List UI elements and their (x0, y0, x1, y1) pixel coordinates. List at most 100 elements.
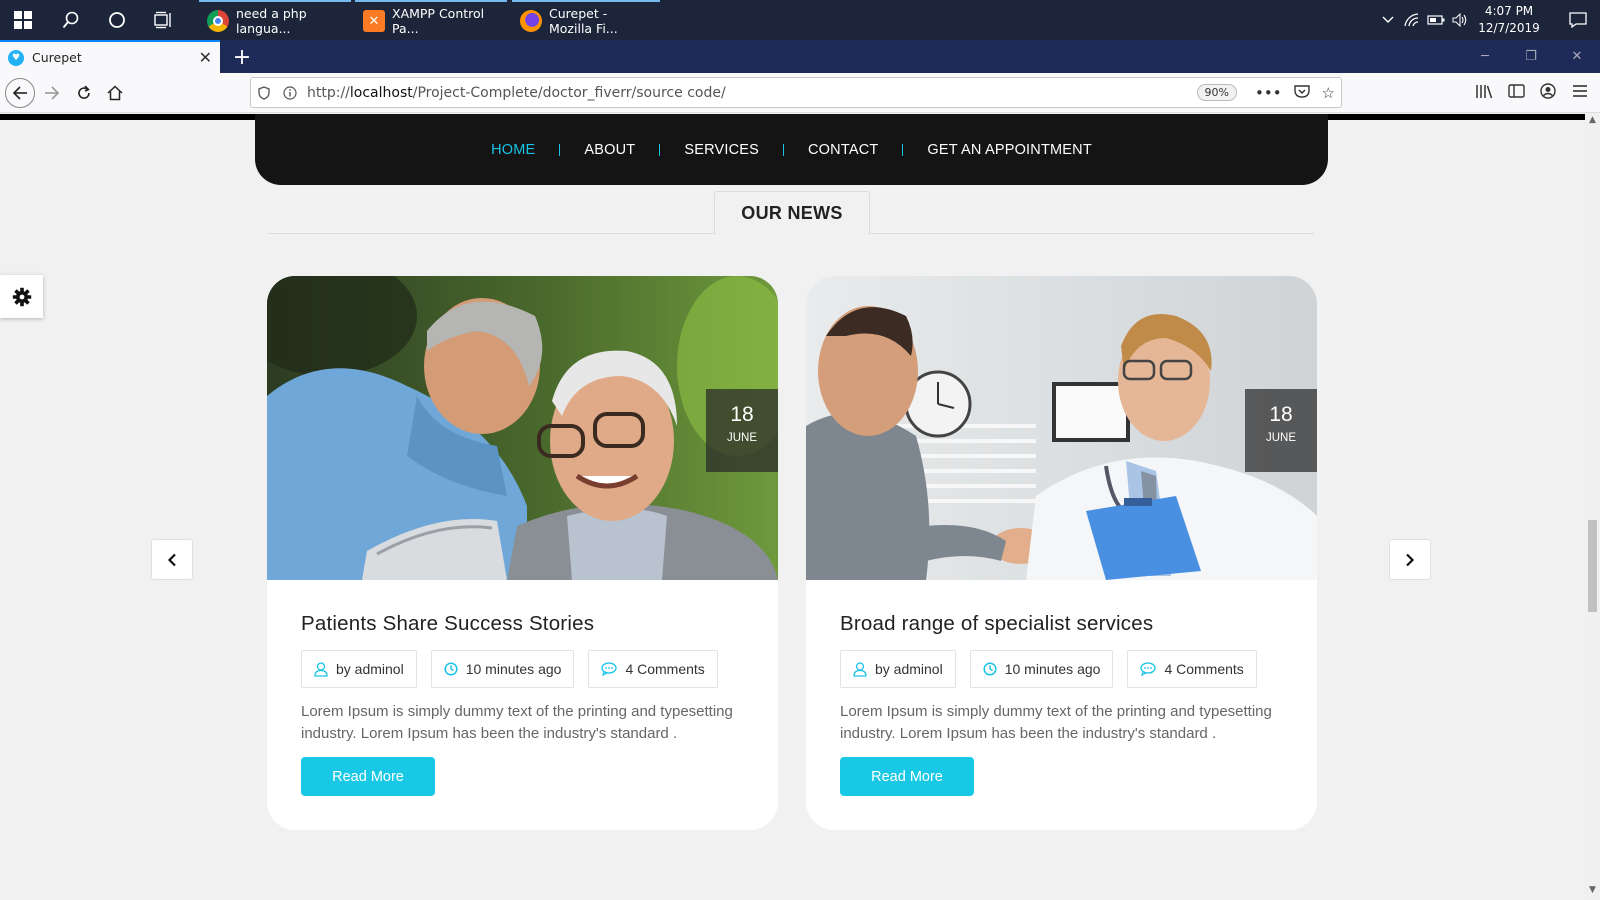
chevron-left-icon (167, 553, 176, 566)
taskbar-app-firefox[interactable]: Curepet - Mozilla Fi... (512, 0, 660, 40)
new-tab-button[interactable]: + (228, 43, 256, 71)
meta-comments[interactable]: 4 Comments (588, 650, 718, 688)
shield-icon[interactable] (251, 85, 277, 100)
browser-tab-active[interactable]: ♥ Curepet ✕ (0, 40, 220, 73)
site-navigation: HOME ABOUT SERVICES CONTACT GET AN APPOI… (255, 114, 1328, 185)
search-icon[interactable] (48, 0, 94, 40)
url-text: http://localhost/Project-Complete/doctor… (307, 85, 726, 101)
zoom-badge[interactable]: 90% (1196, 84, 1237, 101)
meta-time: 10 minutes ago (430, 650, 575, 688)
taskbar-app-chrome[interactable]: need a php langua... (199, 0, 351, 40)
volume-icon[interactable] (1448, 0, 1472, 40)
nav-about[interactable]: ABOUT (560, 142, 659, 158)
date-month: JUNE (1265, 432, 1297, 444)
xampp-icon: ✕ (363, 10, 385, 32)
meta-author-text: by adminol (336, 661, 404, 677)
news-meta: by adminol 10 minutes ago 4 Comments (301, 650, 756, 688)
comment-icon (1140, 662, 1157, 676)
carousel-prev-button[interactable] (151, 539, 193, 580)
section-header: OUR NEWS (268, 191, 1314, 235)
nav-appointment[interactable]: GET AN APPOINTMENT (903, 142, 1115, 158)
back-button[interactable] (5, 78, 35, 108)
date-badge: 18 JUNE (1245, 389, 1317, 472)
window-controls: ─ ❐ ✕ (1462, 40, 1600, 73)
meta-time-text: 10 minutes ago (1004, 661, 1101, 677)
browser-tabstrip: ♥ Curepet ✕ + ─ ❐ ✕ (0, 40, 1600, 73)
more-actions-icon[interactable]: ••• (1255, 84, 1282, 102)
clock[interactable]: 4:07 PM 12/7/2019 (1472, 3, 1546, 37)
news-meta: by adminol 10 minutes ago 4 Comments (840, 650, 1295, 688)
scroll-down-icon[interactable]: ▼ (1585, 885, 1600, 899)
cortana-icon[interactable] (94, 0, 140, 40)
reload-icon[interactable] (70, 79, 98, 107)
carousel-next-button[interactable] (1389, 539, 1431, 580)
system-tray: 4:07 PM 12/7/2019 (1376, 0, 1600, 40)
news-excerpt: Lorem Ipsum is simply dummy text of the … (301, 703, 733, 742)
restore-icon[interactable]: ❐ (1508, 40, 1554, 73)
battery-icon[interactable] (1424, 0, 1448, 40)
news-title[interactable]: Broad range of specialist services (840, 612, 1295, 636)
meta-author[interactable]: by adminol (301, 650, 417, 688)
chevron-right-icon (1406, 553, 1415, 566)
bookmark-star-icon[interactable]: ☆ (1322, 84, 1335, 102)
meta-author[interactable]: by adminol (840, 650, 956, 688)
taskbar-app-label: need a php langua... (236, 6, 307, 36)
read-more-button[interactable]: Read More (301, 757, 435, 796)
window-close-icon[interactable]: ✕ (1554, 40, 1600, 73)
meta-time-text: 10 minutes ago (465, 661, 562, 677)
nav-home[interactable]: HOME (467, 142, 559, 158)
windows-taskbar: need a php langua... ✕ XAMPP Control Pa.… (0, 0, 1600, 40)
info-icon[interactable] (277, 85, 303, 100)
taskbar-app-label: Curepet - Mozilla Fi... (549, 6, 618, 36)
page-scrollbar[interactable]: ▲ ▼ (1585, 114, 1600, 900)
user-icon (314, 661, 328, 677)
meta-comments[interactable]: 4 Comments (1127, 650, 1257, 688)
date-day: 18 (730, 403, 754, 426)
url-prefix: http:// (307, 84, 350, 101)
url-host: localhost (349, 84, 413, 101)
news-image[interactable]: 18 JUNE (267, 276, 778, 580)
url-bar[interactable]: http://localhost/Project-Complete/doctor… (250, 77, 1342, 108)
news-card: 18 JUNE Patients Share Success Stories b… (267, 276, 778, 830)
library-icon[interactable] (1474, 84, 1494, 103)
menu-icon[interactable] (1570, 84, 1590, 102)
heart-icon: ♥ (8, 49, 24, 66)
sidebar-icon[interactable] (1506, 84, 1526, 102)
nav-services[interactable]: SERVICES (660, 142, 783, 158)
account-icon[interactable] (1538, 83, 1558, 103)
clock-time: 4:07 PM (1484, 4, 1534, 18)
news-title[interactable]: Patients Share Success Stories (301, 612, 756, 636)
scrollbar-thumb[interactable] (1588, 520, 1597, 612)
meta-author-text: by adminol (875, 661, 943, 677)
gear-icon (12, 287, 31, 306)
news-card-body: Patients Share Success Stories by admino… (301, 612, 756, 796)
windows-start-icon[interactable] (0, 0, 46, 40)
minimize-icon[interactable]: ─ (1462, 40, 1508, 73)
close-icon[interactable]: ✕ (199, 48, 212, 67)
task-view-icon[interactable] (141, 0, 187, 40)
date-month: JUNE (726, 432, 758, 444)
chrome-icon (207, 10, 229, 32)
user-icon (853, 661, 867, 677)
home-icon[interactable] (101, 79, 129, 107)
scroll-up-icon[interactable]: ▲ (1585, 115, 1600, 129)
toolbar-right (1474, 73, 1590, 113)
browser-toolbar: http://localhost/Project-Complete/doctor… (0, 73, 1600, 113)
taskbar-app-xampp[interactable]: ✕ XAMPP Control Pa... (355, 0, 507, 40)
nav-contact[interactable]: CONTACT (784, 142, 902, 158)
chevron-up-icon[interactable] (1376, 0, 1400, 40)
read-more-button[interactable]: Read More (840, 757, 974, 796)
settings-gear-button[interactable] (0, 275, 43, 318)
date-day: 18 (1269, 403, 1293, 426)
news-excerpt: Lorem Ipsum is simply dummy text of the … (840, 703, 1272, 742)
news-image[interactable]: 18 JUNE (806, 276, 1317, 580)
taskbar-app-label: XAMPP Control Pa... (392, 6, 485, 36)
news-card-body: Broad range of specialist services by ad… (840, 612, 1295, 796)
forward-button[interactable] (38, 79, 66, 107)
wifi-icon[interactable] (1400, 0, 1424, 40)
clock-icon (983, 662, 997, 676)
clock-icon (444, 662, 458, 676)
firefox-icon (520, 10, 542, 32)
pocket-icon[interactable] (1293, 84, 1310, 102)
notification-icon[interactable] (1556, 0, 1600, 40)
